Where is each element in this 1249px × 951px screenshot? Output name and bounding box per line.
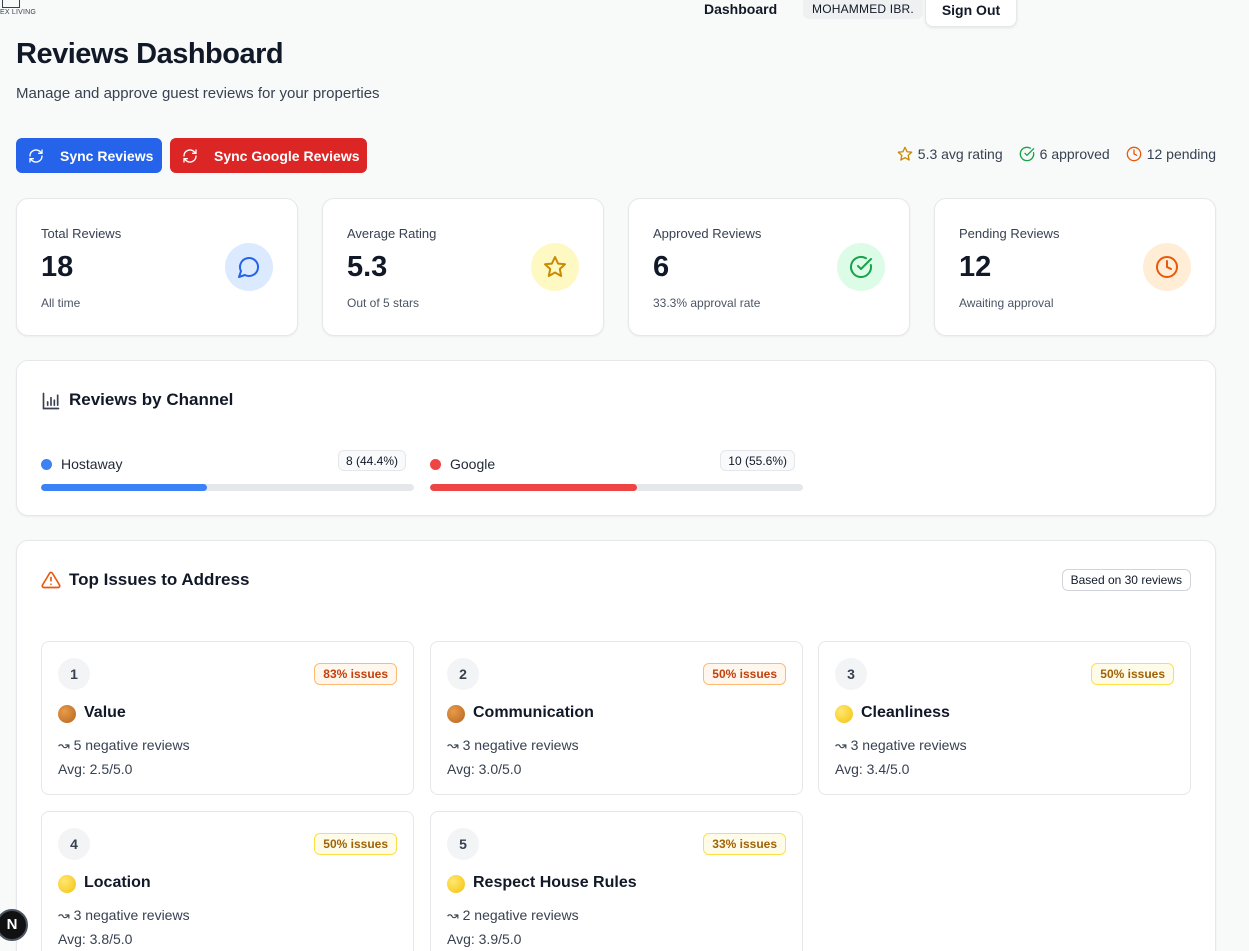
issue-title: Location — [84, 874, 151, 891]
refresh-icon — [29, 148, 43, 163]
orange-circle-icon — [58, 705, 76, 723]
rank-badge: 3 — [835, 658, 867, 690]
progress-track — [430, 484, 803, 491]
issue-average: Avg: 3.8/5.0 — [58, 931, 133, 947]
negative-count: ↝ 5 negative reviews — [58, 737, 190, 753]
yellow-circle-icon — [835, 705, 853, 723]
progress-fill — [430, 484, 638, 491]
check-circle-icon — [837, 243, 885, 291]
bar-chart-icon — [42, 392, 60, 410]
orange-circle-icon — [447, 705, 465, 723]
issue-card[interactable]: 2 50% issues Communication ↝ 3 negative … — [430, 641, 803, 795]
rank-badge: 4 — [58, 828, 90, 860]
stat-card-approved: Approved Reviews 6 33.3% approval rate — [628, 198, 910, 336]
issue-percent-badge: 50% issues — [1091, 663, 1174, 685]
yellow-circle-icon — [58, 875, 76, 893]
summary-pending: 12 pending — [1126, 146, 1216, 162]
channel-dot — [430, 459, 441, 470]
page-title: Reviews Dashboard — [16, 38, 284, 70]
issue-card[interactable]: 1 83% issues Value ↝ 5 negative reviews … — [41, 641, 414, 795]
issue-average: Avg: 3.9/5.0 — [447, 931, 522, 947]
channel-count-badge: 8 (44.4%) — [337, 450, 406, 471]
star-icon — [897, 146, 913, 161]
issue-average: Avg: 2.5/5.0 — [58, 761, 133, 777]
user-name-badge: MOHAMMED IBR. — [803, 0, 923, 19]
issue-title: Communication — [473, 704, 594, 721]
stat-value: 6 — [653, 251, 670, 283]
negative-count: ↝ 3 negative reviews — [58, 907, 190, 923]
issue-average: Avg: 3.0/5.0 — [447, 761, 522, 777]
house-icon — [2, 0, 20, 8]
logo-text: EX LIVING — [0, 9, 37, 16]
clock-icon — [1143, 243, 1191, 291]
top-nav: EX LIVING Dashboard MOHAMMED IBR. Sign O… — [0, 0, 1249, 30]
refresh-icon — [183, 148, 197, 163]
page-subtitle: Manage and approve guest reviews for you… — [16, 85, 380, 102]
star-icon — [531, 243, 579, 291]
channel-card: Reviews by Channel Hostaway 8 (44.4%) Go… — [16, 360, 1216, 516]
stat-card-total: Total Reviews 18 All time — [16, 198, 298, 336]
section-title: Reviews by Channel — [69, 390, 234, 409]
rank-badge: 1 — [58, 658, 90, 690]
summary-approved: 6 approved — [1019, 146, 1110, 162]
issue-card[interactable]: 4 50% issues Location ↝ 3 negative revie… — [41, 811, 414, 951]
section-title: Top Issues to Address — [69, 570, 250, 589]
issue-percent-badge: 83% issues — [314, 663, 397, 685]
stat-card-average: Average Rating 5.3 Out of 5 stars — [322, 198, 604, 336]
issues-card: Top Issues to Address Based on 30 review… — [16, 540, 1216, 951]
stat-value: 18 — [41, 251, 74, 283]
rank-badge: 5 — [447, 828, 479, 860]
progress-track — [41, 484, 414, 491]
sync-reviews-button[interactable]: Sync Reviews — [16, 138, 162, 173]
logo[interactable]: EX LIVING — [0, 0, 37, 22]
channel-count-badge: 10 (55.6%) — [720, 450, 795, 471]
issue-percent-badge: 50% issues — [314, 833, 397, 855]
negative-count: ↝ 2 negative reviews — [447, 907, 579, 923]
sign-out-button[interactable]: Sign Out — [925, 0, 1017, 27]
rank-badge: 2 — [447, 658, 479, 690]
issue-title: Value — [84, 704, 126, 721]
issue-title: Respect House Rules — [473, 874, 637, 891]
issue-percent-badge: 50% issues — [703, 663, 786, 685]
alert-triangle-icon — [41, 571, 61, 589]
summary-stats: 5.3 avg rating 6 approved 12 pending — [897, 146, 1216, 162]
stat-value: 12 — [959, 251, 992, 283]
issue-card[interactable]: 5 33% issues Respect House Rules ↝ 2 neg… — [430, 811, 803, 951]
issue-card[interactable]: 3 50% issues Cleanliness ↝ 3 negative re… — [818, 641, 1191, 795]
stat-value: 5.3 — [347, 251, 388, 283]
stat-card-pending: Pending Reviews 12 Awaiting approval — [934, 198, 1216, 336]
sync-reviews-label: Sync Reviews — [60, 147, 154, 164]
progress-fill — [41, 484, 207, 491]
yellow-circle-icon — [447, 875, 465, 893]
summary-avg-rating: 5.3 avg rating — [897, 146, 1003, 162]
check-circle-icon — [1019, 146, 1034, 162]
sync-google-reviews-button[interactable]: Sync Google Reviews — [170, 138, 367, 173]
issue-average: Avg: 3.4/5.0 — [835, 761, 910, 777]
message-circle-icon — [225, 243, 273, 291]
negative-count: ↝ 3 negative reviews — [835, 737, 967, 753]
sync-google-label: Sync Google Reviews — [214, 147, 360, 164]
issue-title: Cleanliness — [861, 704, 950, 721]
clock-icon — [1126, 146, 1142, 162]
negative-count: ↝ 3 negative reviews — [447, 737, 579, 753]
nav-dashboard-link[interactable]: Dashboard — [704, 1, 777, 17]
issue-percent-badge: 33% issues — [703, 833, 786, 855]
based-on-badge: Based on 30 reviews — [1061, 569, 1191, 591]
channel-dot — [41, 459, 52, 470]
